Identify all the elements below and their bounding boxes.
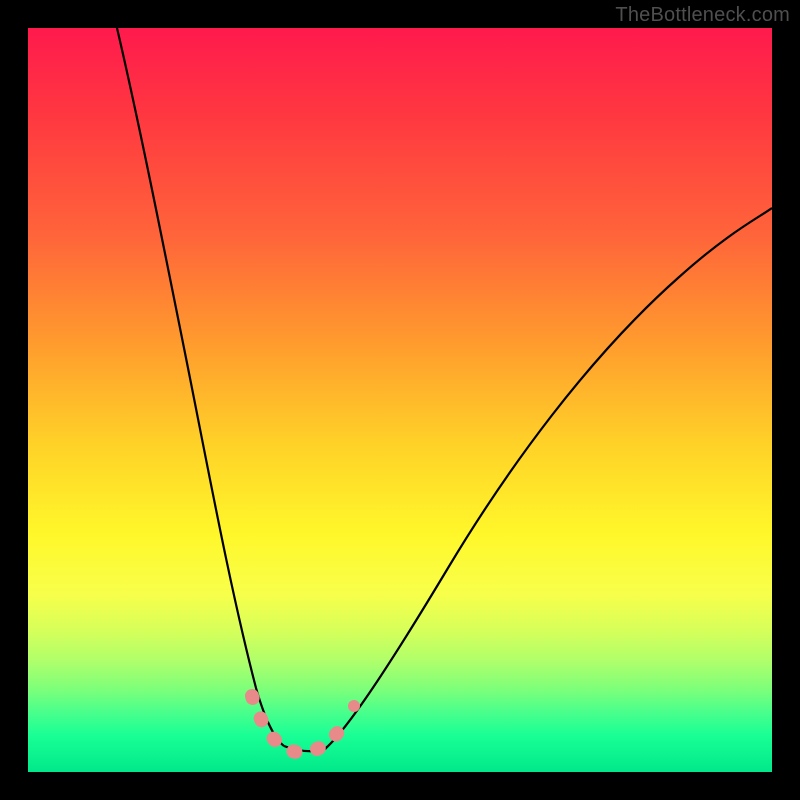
plot-area (28, 28, 772, 772)
chart-frame: TheBottleneck.com (0, 0, 800, 800)
highlight-dots (252, 696, 348, 752)
watermark-text: TheBottleneck.com (615, 4, 790, 27)
highlight-dot-extra (348, 700, 360, 712)
curves-svg (28, 28, 772, 772)
right-curve (326, 208, 772, 748)
left-curve (117, 28, 284, 746)
